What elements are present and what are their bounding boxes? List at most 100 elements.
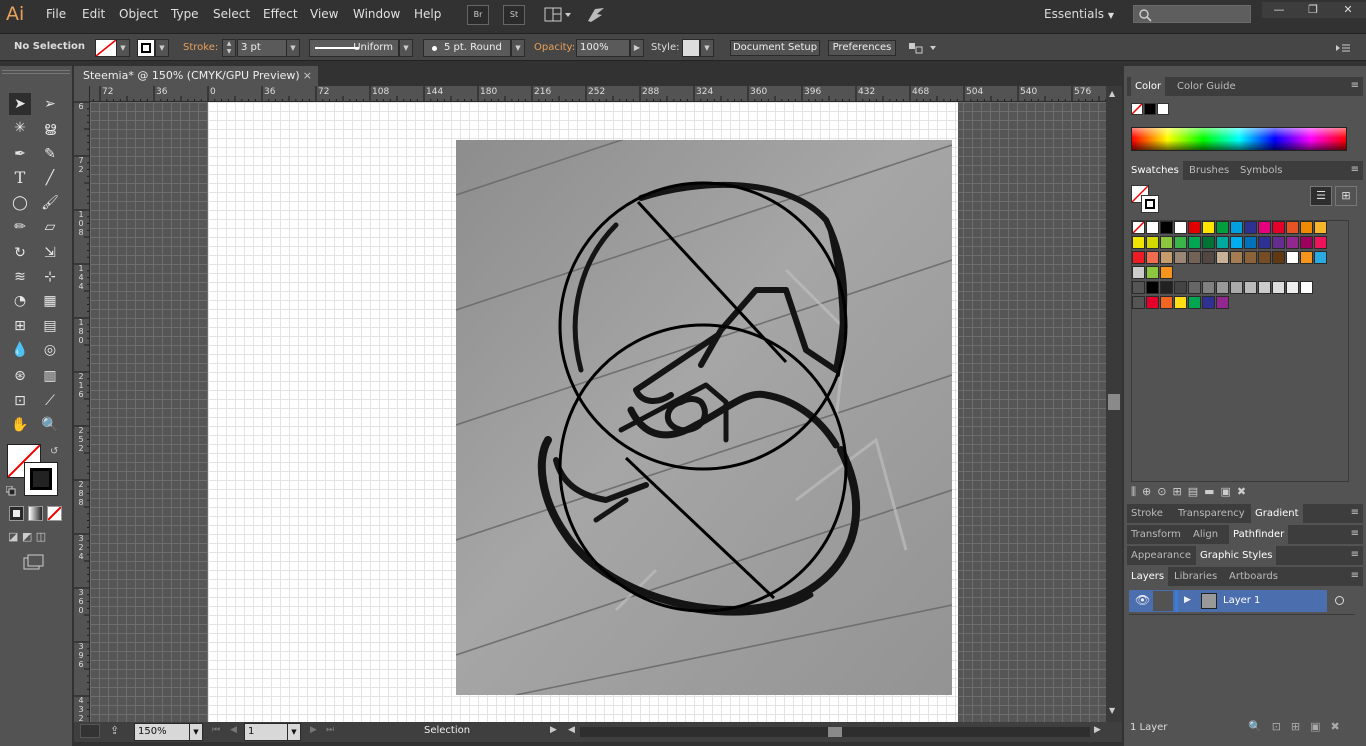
vertical-scrollbar[interactable]: ▲ ▼ bbox=[1106, 86, 1122, 722]
expand-layer-icon[interactable]: ▶ bbox=[1184, 595, 1191, 605]
tab-align[interactable]: Align bbox=[1189, 525, 1222, 544]
artboard-number-field[interactable]: 1 bbox=[244, 723, 288, 741]
menu-edit[interactable]: Edit bbox=[82, 7, 105, 21]
gradient-tool-icon[interactable]: ▤ bbox=[39, 315, 61, 337]
document-close-icon[interactable]: × bbox=[303, 66, 312, 85]
swatch[interactable] bbox=[1244, 221, 1257, 234]
tab-artboards[interactable]: Artboards bbox=[1225, 567, 1282, 586]
swatch[interactable] bbox=[1188, 236, 1201, 249]
tab-swatches[interactable]: Swatches bbox=[1127, 161, 1183, 180]
swatch[interactable] bbox=[1132, 281, 1145, 294]
style-dropdown[interactable]: ▼ bbox=[700, 39, 714, 57]
grid-view-icon[interactable]: ⊞ bbox=[1335, 186, 1357, 206]
swatch[interactable] bbox=[1272, 236, 1285, 249]
default-colors-icon[interactable] bbox=[5, 485, 16, 496]
swap-fill-stroke-icon[interactable]: ↺ bbox=[50, 446, 62, 458]
swatch[interactable] bbox=[1160, 236, 1173, 249]
swatch[interactable] bbox=[1314, 251, 1327, 264]
profile-dropdown[interactable]: ▼ bbox=[399, 39, 413, 57]
menu-object[interactable]: Object bbox=[119, 7, 158, 21]
direct-selection-tool-icon[interactable]: ➢ bbox=[39, 93, 61, 115]
swatch[interactable] bbox=[1286, 236, 1299, 249]
preferences-button[interactable]: Preferences bbox=[828, 40, 896, 56]
stroke-weight-dropdown[interactable]: ▼ bbox=[286, 39, 300, 57]
scroll-thumb[interactable] bbox=[1108, 394, 1120, 410]
hscroll-thumb[interactable] bbox=[828, 727, 842, 737]
swatch[interactable] bbox=[1160, 296, 1173, 309]
arrange-icon[interactable] bbox=[906, 40, 938, 56]
fill-swatch[interactable] bbox=[95, 39, 117, 57]
prev-artboard-icon[interactable]: ◀ bbox=[230, 725, 237, 735]
swatch[interactable] bbox=[1258, 221, 1271, 234]
minimize-button[interactable]: — bbox=[1262, 2, 1296, 18]
swatch[interactable] bbox=[1244, 281, 1257, 294]
horizontal-scrollbar[interactable] bbox=[580, 727, 1090, 737]
swatch[interactable] bbox=[1132, 236, 1145, 249]
swatch-stroke-icon[interactable] bbox=[1141, 195, 1159, 213]
tab-transform[interactable]: Transform bbox=[1127, 525, 1185, 544]
symbol-sprayer-tool-icon[interactable]: ⊛ bbox=[9, 365, 31, 387]
list-view-icon[interactable]: ☰ bbox=[1310, 186, 1332, 206]
tab-color[interactable]: Color bbox=[1131, 77, 1166, 96]
slice-tool-icon[interactable]: ⟋ bbox=[39, 390, 61, 412]
tab-appearance[interactable]: Appearance bbox=[1127, 546, 1195, 565]
swatch[interactable] bbox=[1202, 251, 1215, 264]
swatches-panel-menu-icon[interactable]: ≡ bbox=[1351, 164, 1359, 175]
restore-button[interactable]: ❐ bbox=[1296, 2, 1330, 18]
swatch[interactable] bbox=[1160, 266, 1173, 279]
pasteboard[interactable] bbox=[90, 102, 1106, 722]
swatch[interactable] bbox=[1202, 236, 1215, 249]
swatch[interactable] bbox=[1314, 221, 1327, 234]
swatch[interactable] bbox=[1174, 281, 1187, 294]
swatch[interactable] bbox=[1132, 266, 1145, 279]
swatch[interactable] bbox=[1314, 236, 1327, 249]
workspace-switcher[interactable]: Essentials ▼ bbox=[1044, 7, 1114, 21]
swatch[interactable] bbox=[1146, 236, 1159, 249]
stroke-swatch[interactable] bbox=[137, 39, 155, 57]
graphic-style-swatch[interactable] bbox=[682, 39, 700, 57]
swatch[interactable] bbox=[1188, 221, 1201, 234]
status-menu-icon[interactable]: ▶ bbox=[550, 725, 557, 735]
screen-mode-icon[interactable] bbox=[22, 554, 46, 572]
color-white-swatch[interactable] bbox=[1157, 103, 1169, 115]
swatch[interactable] bbox=[1216, 236, 1229, 249]
swatch[interactable] bbox=[1132, 296, 1145, 309]
swatch[interactable] bbox=[1286, 251, 1299, 264]
tab-graphic-styles[interactable]: Graphic Styles bbox=[1196, 546, 1277, 565]
opacity-slider-toggle[interactable]: ▶ bbox=[630, 39, 644, 57]
swatch[interactable] bbox=[1188, 251, 1201, 264]
layer-name[interactable]: Layer 1 bbox=[1223, 595, 1260, 606]
swatch[interactable] bbox=[1132, 251, 1145, 264]
horizontal-ruler[interactable]: 72 36 0 36 72 108 144 180 216 252 288 324 360 396 432 4… bbox=[90, 86, 1106, 102]
swatch[interactable] bbox=[1174, 221, 1187, 234]
swatch[interactable] bbox=[1146, 251, 1159, 264]
layer-row[interactable]: 👁 ▶ Layer 1 bbox=[1129, 590, 1355, 612]
stroke-color-dropdown[interactable]: ▼ bbox=[155, 39, 169, 57]
swatch[interactable] bbox=[1300, 236, 1313, 249]
line-tool-icon[interactable]: ╱ bbox=[39, 167, 61, 189]
layer-target[interactable] bbox=[1327, 590, 1355, 612]
menu-type[interactable]: Type bbox=[171, 7, 199, 21]
stock-button[interactable]: St bbox=[503, 5, 525, 25]
swatch[interactable] bbox=[1258, 251, 1271, 264]
close-button[interactable]: ✕ bbox=[1330, 2, 1366, 18]
toolbar-grip[interactable] bbox=[2, 70, 70, 74]
swatch[interactable] bbox=[1202, 221, 1215, 234]
opacity-label[interactable]: Opacity: bbox=[534, 42, 575, 53]
stroke-stepper[interactable]: ▲ ▼ bbox=[222, 39, 236, 57]
swatch[interactable] bbox=[1146, 266, 1159, 279]
tab-libraries[interactable]: Libraries bbox=[1170, 567, 1221, 586]
swatch[interactable] bbox=[1188, 281, 1201, 294]
stroke-weight-field[interactable]: 3 pt bbox=[237, 39, 287, 57]
curvature-tool-icon[interactable]: ✎ bbox=[39, 143, 61, 165]
swatch[interactable] bbox=[1174, 236, 1187, 249]
swatch[interactable] bbox=[1160, 251, 1173, 264]
swatch[interactable] bbox=[1216, 221, 1229, 234]
document-tab[interactable]: Steemia* @ 150% (CMYK/GPU Preview) × bbox=[74, 66, 318, 86]
pen-tool-icon[interactable]: ✒ bbox=[9, 143, 31, 165]
color-mode-icon[interactable] bbox=[9, 506, 24, 521]
document-setup-button[interactable]: Document Setup bbox=[730, 40, 820, 56]
drawing-modes-icon[interactable]: ◪ ◩ ◫ bbox=[8, 530, 64, 546]
mesh-tool-icon[interactable]: ⊞ bbox=[9, 315, 31, 337]
swatch[interactable] bbox=[1146, 281, 1159, 294]
